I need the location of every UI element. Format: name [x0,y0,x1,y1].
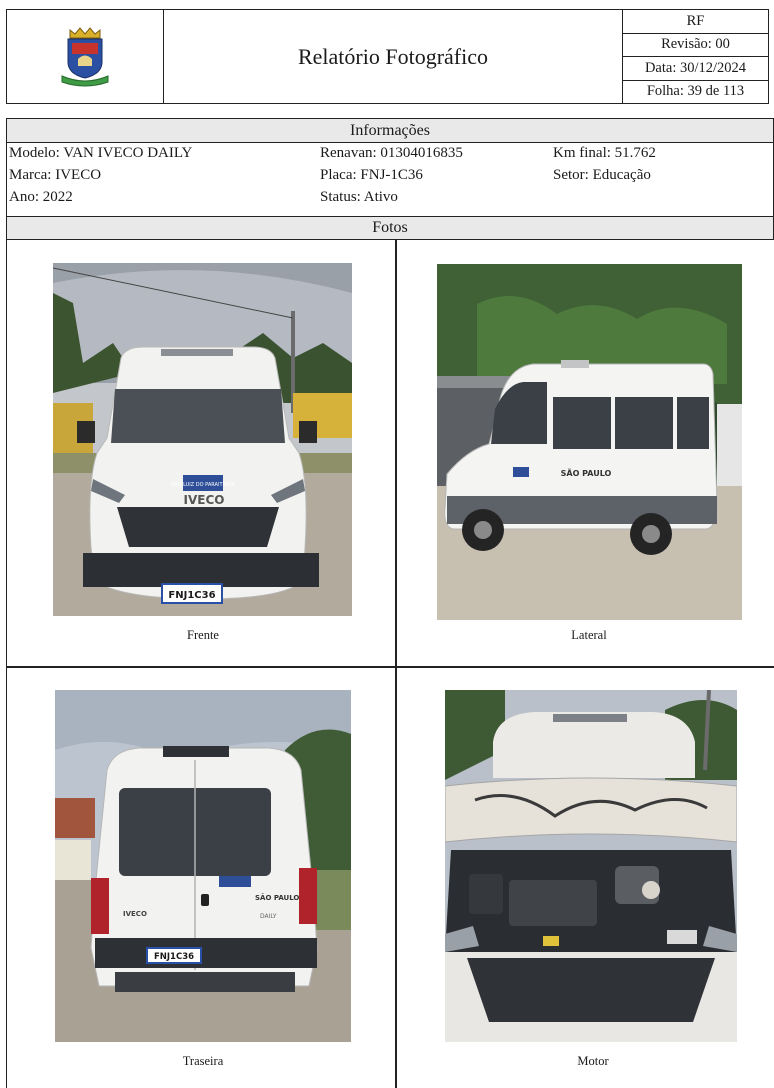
placa-field: Placa: FNJ-1C36 [320,167,423,183]
km-final-field: Km final: 51.762 [553,145,656,161]
municipal-coat-of-arms-logo [61,26,109,86]
status-field: Status: Ativo [320,189,398,205]
setor-field: Setor: Educação [553,167,651,183]
photo-engine [445,690,737,1042]
report-header: Relatório Fotográfico RF Revisão: 00 Dat… [6,9,769,104]
rear-side-text: SÃO PAULO [255,893,299,902]
logo-cell [7,10,164,103]
caption-side: Lateral [571,628,607,642]
front-badge-text: SÃO LUIZ DO PARAITINGA [171,481,236,488]
caption-front: Frente [187,628,219,642]
photo-side: SÃO PAULO [437,264,742,620]
info-section: Informações Modelo: VAN IVECO DAILY Marc… [6,118,774,240]
sheet-label: Folha: 39 de 113 [646,83,745,100]
rear-brand-text: IVECO [123,910,147,918]
front-brand-text: IVECO [184,493,225,507]
info-grid: Modelo: VAN IVECO DAILY Marca: IVECO Ano… [7,143,773,217]
rear-plate-text: FNJ1C36 [154,952,194,962]
photo-rear: IVECO SÃO PAULO DAILY FNJ1C36 [55,690,351,1042]
modelo-field: Modelo: VAN IVECO DAILY [9,145,193,161]
grid-divider-horizontal [7,666,774,668]
revision-label: Revisão: 00 [623,34,768,57]
photos-section-title: Fotos [7,216,773,239]
photo-grid: SÃO LUIZ DO PARAITINGA IVECO FNJ1C36 Fre… [6,240,774,1088]
marca-field: Marca: IVECO [9,167,102,183]
document-meta: RF Revisão: 00 Data: 30/12/2024 Folha: 3… [623,10,768,103]
info-section-title: Informações [7,119,773,143]
front-plate-text: FNJ1C36 [168,590,215,601]
caption-engine: Motor [577,1054,609,1068]
document-code: RF [623,10,768,34]
caption-rear: Traseira [182,1054,224,1068]
date-label: Data: 30/12/2024 [623,57,768,81]
photo-front: SÃO LUIZ DO PARAITINGA IVECO FNJ1C36 [53,263,352,616]
renavan-field: Renavan: 01304016835 [320,145,463,161]
report-title: Relatório Fotográfico [164,10,623,103]
side-van-text: SÃO PAULO [561,468,612,478]
rear-model-text: DAILY [260,913,277,920]
ano-field: Ano: 2022 [9,189,73,205]
grid-divider-vertical [395,240,397,1088]
